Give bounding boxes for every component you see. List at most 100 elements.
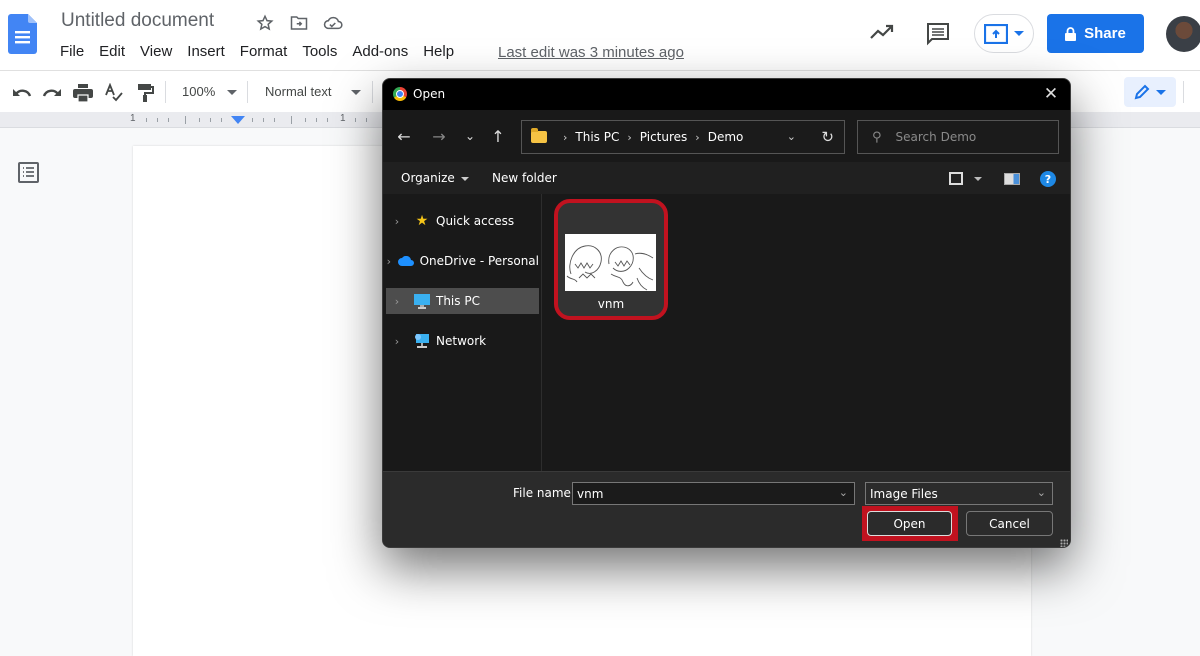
expand-chevron-icon[interactable]: ›: [386, 335, 408, 348]
expand-chevron-icon[interactable]: ›: [386, 215, 408, 228]
style-dropdown-icon[interactable]: [351, 90, 361, 95]
ruler-tick: [305, 118, 306, 122]
view-options-dropdown-icon[interactable]: [974, 177, 982, 181]
star-icon: ★: [415, 213, 429, 229]
google-docs-logo-icon[interactable]: [8, 14, 37, 54]
open-button[interactable]: Open: [867, 511, 952, 536]
ruler-tick: [185, 116, 186, 124]
breadcrumb-this-pc[interactable]: This PC: [575, 130, 619, 144]
share-label: Share: [1084, 25, 1126, 42]
organize-menu[interactable]: Organize: [401, 171, 469, 185]
help-icon[interactable]: ?: [1040, 171, 1056, 187]
nav-item-this-pc[interactable]: › This PC: [386, 288, 539, 314]
resize-grip-icon[interactable]: [1060, 539, 1068, 547]
menu-file[interactable]: File: [60, 43, 84, 60]
cancel-button[interactable]: Cancel: [966, 511, 1053, 536]
navigation-pane: › ★ Quick access › OneDrive - Personal ›…: [383, 194, 542, 471]
undo-icon[interactable]: [12, 83, 32, 103]
document-title[interactable]: Untitled document: [61, 10, 214, 32]
breadcrumb-separator-icon[interactable]: ›: [563, 131, 567, 144]
nav-item-onedrive[interactable]: › OneDrive - Personal: [386, 248, 539, 274]
menu-view[interactable]: View: [140, 43, 172, 60]
new-folder-button[interactable]: New folder: [492, 171, 557, 185]
nav-item-label: Network: [436, 334, 487, 348]
file-name-label: vnm: [597, 297, 625, 311]
forward-arrow-icon[interactable]: →: [429, 126, 449, 146]
present-button[interactable]: [974, 14, 1034, 53]
ruler-tick: [157, 118, 158, 122]
file-name-field-label: File name:: [513, 486, 575, 500]
move-to-folder-icon[interactable]: [288, 12, 310, 34]
ruler-tick: [355, 118, 356, 122]
document-outline-icon[interactable]: [18, 162, 39, 183]
ruler-tick: [199, 118, 200, 122]
back-arrow-icon[interactable]: ←: [394, 126, 414, 146]
comment-history-icon[interactable]: [926, 22, 950, 51]
computer-icon: [414, 293, 430, 309]
preview-pane-icon[interactable]: [1004, 173, 1020, 185]
up-arrow-icon[interactable]: ↑: [488, 126, 508, 146]
indent-marker[interactable]: [231, 116, 245, 124]
menu-format[interactable]: Format: [240, 43, 288, 60]
close-icon[interactable]: ✕: [1040, 83, 1062, 105]
chevron-down-icon: [1014, 31, 1024, 36]
file-name-input[interactable]: vnm ⌄: [572, 482, 855, 505]
file-type-value: Image Files: [870, 486, 938, 501]
account-avatar[interactable]: [1166, 16, 1200, 52]
present-icon: [984, 23, 1008, 44]
breadcrumb-pictures[interactable]: Pictures: [640, 130, 688, 144]
toolbar-divider: [1183, 81, 1184, 103]
change-view-icon[interactable]: [949, 172, 963, 185]
last-edit-link[interactable]: Last edit was 3 minutes ago: [498, 44, 684, 61]
refresh-icon[interactable]: ↻: [821, 128, 834, 146]
activity-trend-icon[interactable]: [869, 22, 895, 47]
print-icon[interactable]: [73, 83, 93, 103]
file-list-pane: vnm: [543, 194, 1070, 471]
ruler-tick: [210, 118, 211, 122]
menu-bar: File Edit View Insert Format Tools Add-o…: [60, 43, 469, 60]
recent-locations-chevron-icon[interactable]: ⌄: [460, 126, 480, 146]
file-item-vnm[interactable]: vnm: [554, 199, 668, 320]
paragraph-style-select[interactable]: Normal text: [265, 84, 331, 99]
ruler-number: 1: [340, 113, 346, 124]
menu-help[interactable]: Help: [423, 43, 454, 60]
search-input[interactable]: ⚲ Search Demo: [857, 120, 1059, 154]
editing-mode-icon: [1134, 84, 1150, 100]
command-bar: Organize New folder ?: [383, 162, 1070, 194]
ruler-tick: [274, 118, 275, 122]
organize-label: Organize: [401, 171, 455, 185]
share-button[interactable]: Share: [1047, 14, 1144, 53]
star-icon[interactable]: [254, 12, 276, 34]
nav-item-quick-access[interactable]: › ★ Quick access: [386, 208, 539, 234]
ruler-tick: [316, 118, 317, 122]
address-bar[interactable]: › This PC › Pictures › Demo ⌄ ↻: [521, 120, 845, 154]
file-name-value: vnm: [577, 486, 604, 501]
file-type-select[interactable]: Image Files ⌄: [865, 482, 1053, 505]
dialog-footer: File name: vnm ⌄ Image Files ⌄ Open Canc…: [383, 471, 1070, 547]
open-file-dialog: Open ✕ ← → ⌄ ↑ › This PC › Pictures › De…: [382, 78, 1071, 548]
breadcrumb-separator-icon[interactable]: ›: [695, 131, 699, 144]
expand-chevron-icon[interactable]: ›: [386, 255, 392, 268]
menu-insert[interactable]: Insert: [187, 43, 225, 60]
editing-mode-button[interactable]: [1124, 77, 1176, 107]
chrome-icon: [393, 87, 407, 101]
menu-addons[interactable]: Add-ons: [352, 43, 408, 60]
cloud-saved-icon[interactable]: [322, 12, 344, 34]
spellcheck-icon[interactable]: [104, 83, 124, 103]
nav-item-network[interactable]: › Network: [386, 328, 539, 354]
address-history-chevron-icon[interactable]: ⌄: [787, 130, 796, 143]
breadcrumb-demo[interactable]: Demo: [708, 130, 744, 144]
expand-chevron-icon[interactable]: ›: [386, 295, 408, 308]
menu-tools[interactable]: Tools: [302, 43, 337, 60]
chevron-down-icon[interactable]: ⌄: [839, 486, 848, 499]
paint-format-icon[interactable]: [135, 83, 155, 103]
ruler-tick: [146, 118, 147, 122]
search-icon: ⚲: [872, 129, 882, 145]
menu-edit[interactable]: Edit: [99, 43, 125, 60]
breadcrumb-separator-icon[interactable]: ›: [627, 131, 631, 144]
zoom-dropdown-icon[interactable]: [227, 90, 237, 95]
dialog-title-bar[interactable]: Open ✕: [383, 79, 1070, 110]
folder-icon: [531, 128, 547, 143]
redo-icon[interactable]: [42, 83, 62, 103]
zoom-select[interactable]: 100%: [182, 84, 215, 99]
